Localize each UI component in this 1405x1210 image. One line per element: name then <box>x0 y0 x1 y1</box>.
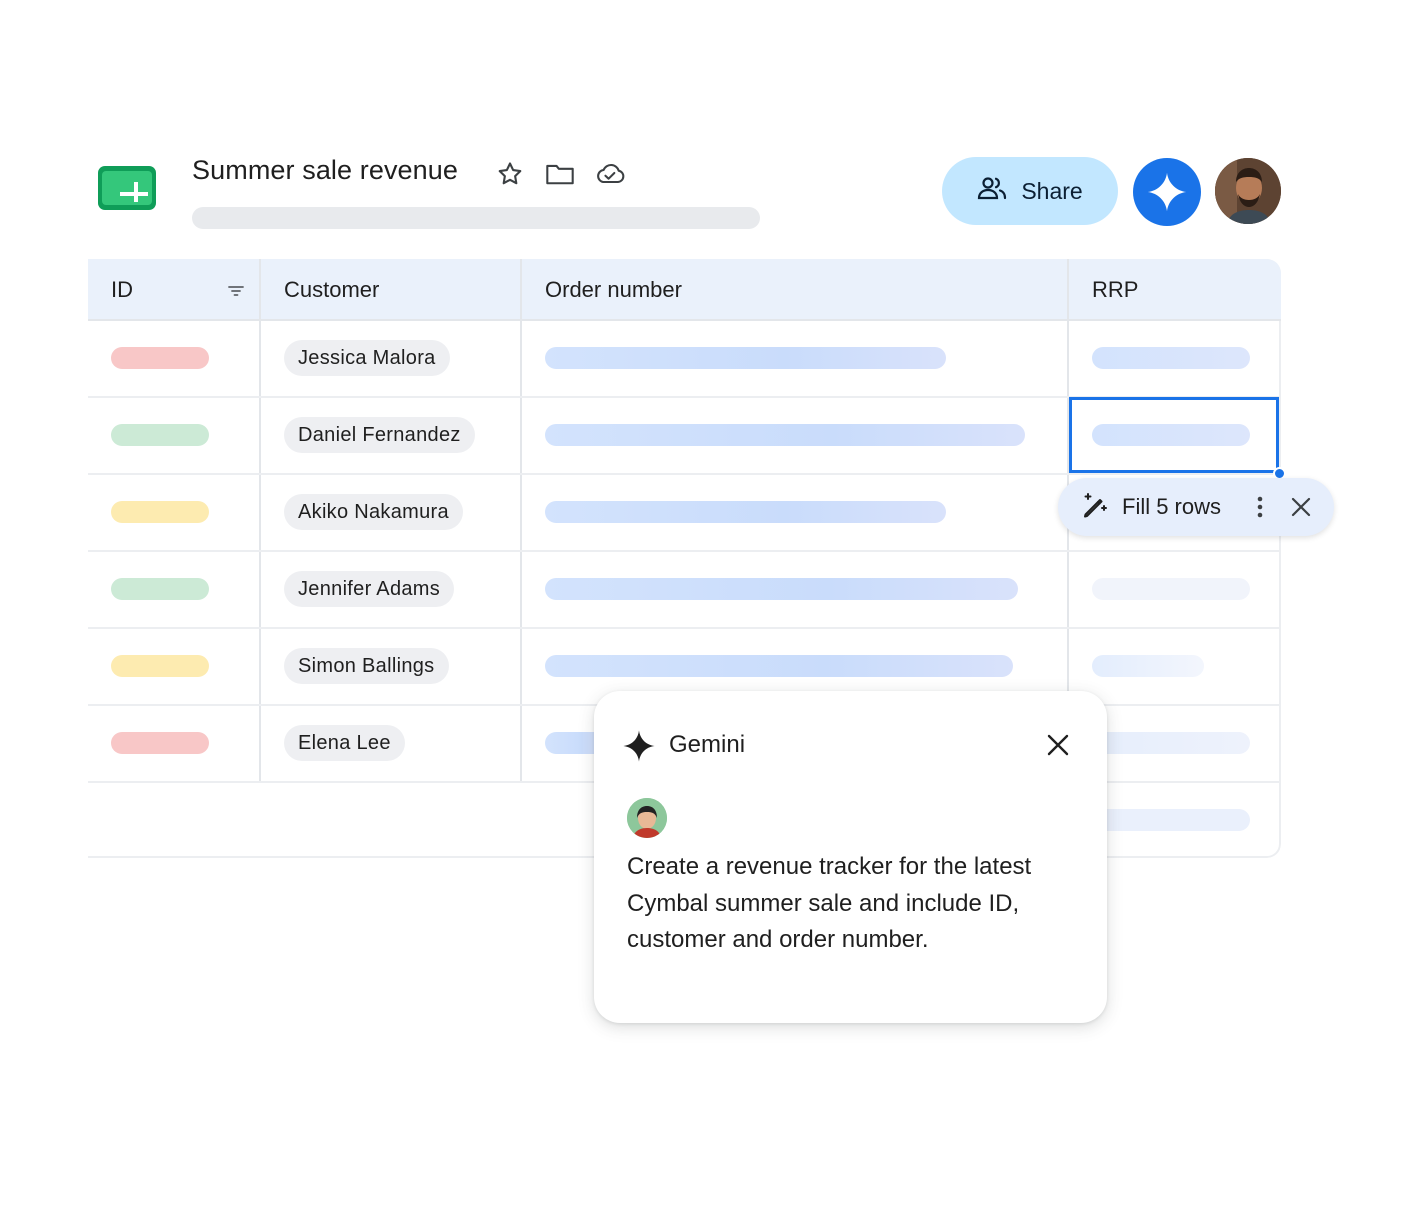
table-row[interactable]: Jennifer Adams <box>88 552 1281 629</box>
gemini-panel-title: Gemini <box>669 731 746 758</box>
document-title[interactable]: Summer sale revenue <box>192 155 458 186</box>
close-icon[interactable] <box>1290 496 1312 523</box>
prompt-message: Create a revenue tracker for the latest … <box>627 853 1032 953</box>
gemini-spark-icon[interactable] <box>1133 158 1201 226</box>
customer-chip[interactable]: Jennifer Adams <box>284 571 455 607</box>
smart-fill-chip[interactable]: Fill 5 rows <box>1058 478 1334 536</box>
customer-chip[interactable]: Akiko Nakamura <box>284 494 463 530</box>
order-number-placeholder <box>545 655 1013 677</box>
user-avatar[interactable] <box>1215 158 1281 224</box>
folder-icon[interactable] <box>544 158 576 190</box>
customer-chip[interactable]: Elena Lee <box>284 725 405 761</box>
rrp-placeholder <box>1092 732 1250 754</box>
cloud-done-icon[interactable] <box>594 158 626 190</box>
rrp-placeholder <box>1092 347 1250 369</box>
prompt-user-avatar <box>627 798 667 838</box>
star-icon[interactable] <box>494 158 526 190</box>
column-header-customer[interactable]: Customer <box>284 259 379 321</box>
id-placeholder <box>111 501 209 523</box>
order-number-placeholder <box>545 578 1018 600</box>
people-icon <box>977 175 1007 207</box>
id-placeholder <box>111 578 209 600</box>
magic-pen-icon <box>1080 491 1110 526</box>
close-icon[interactable] <box>1044 731 1072 759</box>
rrp-placeholder <box>1092 578 1250 600</box>
id-placeholder <box>111 424 209 446</box>
order-number-placeholder <box>545 424 1025 446</box>
more-vert-icon[interactable] <box>1255 495 1265 524</box>
customer-chip[interactable]: Simon Ballings <box>284 648 449 684</box>
gemini-panel: Gemini Create a revenue tracker for the … <box>594 691 1107 1023</box>
id-placeholder <box>111 732 209 754</box>
filter-icon[interactable] <box>226 281 246 301</box>
id-placeholder <box>111 655 209 677</box>
selected-cell[interactable] <box>1069 397 1279 473</box>
rrp-placeholder <box>1092 809 1250 831</box>
rrp-placeholder <box>1092 655 1204 677</box>
table-row[interactable]: Jessica Malora <box>88 321 1281 398</box>
menu-bar-placeholder <box>192 207 760 229</box>
gemini-star-icon <box>622 729 656 768</box>
sheets-logo-icon[interactable] <box>98 166 156 210</box>
column-header-order-number[interactable]: Order number <box>545 259 682 321</box>
column-header-rrp[interactable]: RRP <box>1092 259 1138 321</box>
share-label: Share <box>1021 177 1083 204</box>
share-button[interactable]: Share <box>942 157 1118 225</box>
order-number-placeholder <box>545 347 946 369</box>
customer-chip[interactable]: Daniel Fernandez <box>284 417 475 453</box>
id-placeholder <box>111 347 209 369</box>
column-header-id[interactable]: ID <box>111 259 133 321</box>
customer-chip[interactable]: Jessica Malora <box>284 340 450 376</box>
order-number-placeholder <box>545 501 946 523</box>
fill-rows-label: Fill 5 rows <box>1122 494 1222 519</box>
